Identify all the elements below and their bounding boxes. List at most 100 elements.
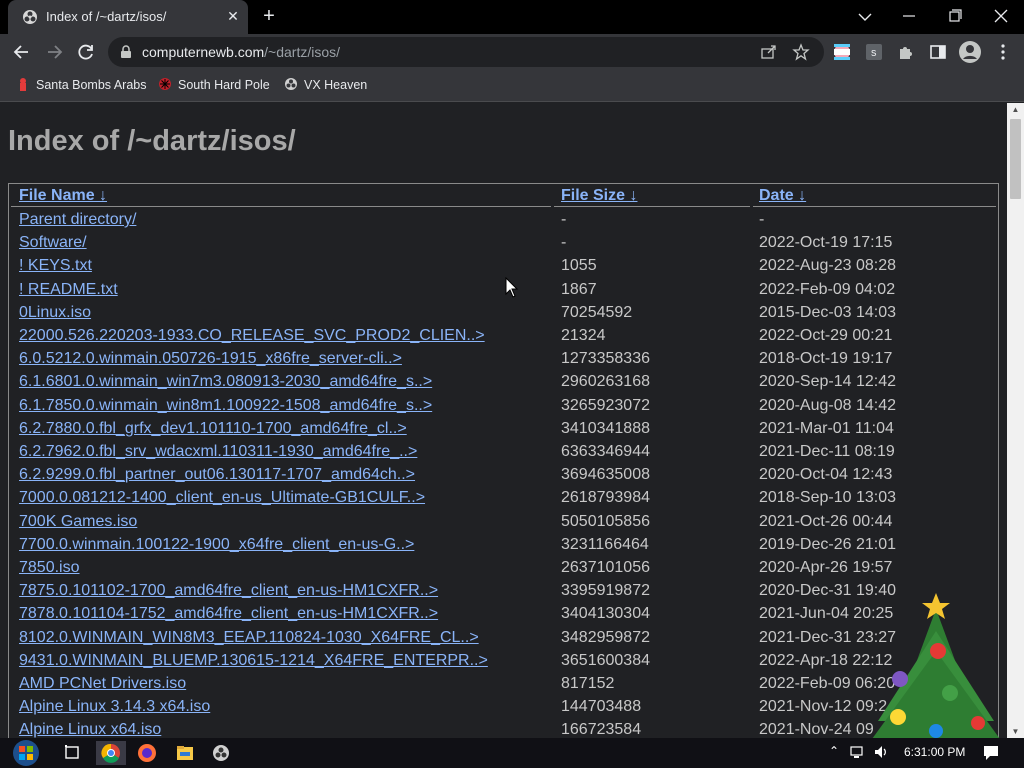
file-name-link[interactable]: 700K Games.iso — [19, 513, 137, 531]
file-size: 817152 — [561, 675, 615, 692]
forward-arrow-icon[interactable] — [41, 40, 67, 64]
file-name-link[interactable]: 6.1.6801.0.winmain_win7m3.080913-2030_am… — [19, 373, 432, 391]
network-icon[interactable] — [849, 744, 867, 760]
file-date: 2021-Oct-26 00:44 — [759, 512, 893, 530]
table-row: 9431.0.WINMAIN_BLUEMP.130615-1214_X64FRE… — [9, 650, 998, 673]
file-name-link[interactable]: 6.1.7850.0.winmain_win8m1.100922-1508_am… — [19, 397, 432, 415]
file-name-link[interactable]: 7700.0.winmain.100122-1900_x64fre_client… — [19, 536, 414, 554]
file-name-link[interactable]: ! KEYS.txt — [19, 257, 92, 275]
file-date: 2021-Mar-01 11:04 — [759, 419, 894, 437]
scroll-up-arrow-icon[interactable]: ▲ — [1007, 103, 1024, 117]
table-row: ! KEYS.txt 1055 2022-Aug-23 08:28 — [9, 255, 998, 278]
page-title: Index of /~dartz/isos/ — [8, 125, 296, 157]
column-header-date[interactable]: Date ↓ — [759, 187, 806, 205]
file-date: 2020-Apr-26 19:57 — [759, 559, 893, 576]
file-size: 21324 — [561, 327, 606, 344]
app-icon[interactable] — [206, 741, 236, 765]
notifications-icon[interactable] — [982, 744, 1000, 762]
file-explorer-icon[interactable] — [170, 741, 200, 765]
file-name-link[interactable]: ! README.txt — [19, 281, 118, 299]
file-date: 2019-Dec-26 21:01 — [759, 535, 896, 553]
tab-strip: Index of /~dartz/isos/ ✕ + — [0, 0, 1024, 34]
extensions-puzzle-icon[interactable] — [897, 43, 915, 61]
new-tab-button[interactable]: + — [258, 6, 280, 28]
tab-search-chevron-icon[interactable] — [842, 0, 888, 34]
file-name-link[interactable]: 0Linux.iso — [19, 304, 91, 322]
task-view-icon[interactable] — [58, 741, 88, 765]
table-row: 7850.iso 2637101056 2020-Apr-26 19:57 — [9, 557, 998, 580]
extension-flag-icon[interactable] — [833, 43, 851, 61]
table-row: 6.1.7850.0.winmain_win8m1.100922-1508_am… — [9, 395, 998, 418]
tab-close-icon[interactable]: ✕ — [224, 7, 242, 25]
minimize-icon[interactable] — [886, 0, 932, 34]
file-name-link[interactable]: Parent directory/ — [19, 211, 136, 229]
file-date: 2021-Dec-11 08:19 — [759, 443, 895, 460]
file-size: 6363346944 — [561, 443, 650, 460]
table-row: 7700.0.winmain.100122-1900_x64fre_client… — [9, 534, 998, 557]
menu-kebab-icon[interactable] — [994, 43, 1012, 61]
file-size: 2618793984 — [561, 489, 650, 507]
file-name-link[interactable]: 6.2.7962.0.fbl_srv_wdacxml.110311-1930_a… — [19, 443, 417, 461]
file-size: 3651600384 — [561, 651, 650, 669]
file-date: 2020-Aug-08 14:42 — [759, 396, 896, 414]
file-listing-table: File Name ↓ File Size ↓ Date ↓ Parent di… — [8, 183, 999, 739]
close-window-icon[interactable] — [978, 0, 1024, 34]
profile-avatar-icon[interactable] — [958, 40, 982, 64]
file-size: 2960263168 — [561, 373, 650, 391]
file-date: 2015-Dec-03 14:03 — [759, 303, 896, 321]
volume-icon[interactable] — [873, 744, 891, 760]
address-bar[interactable]: computernewb.com/~dartz/isos/ — [108, 37, 824, 67]
file-name-link[interactable]: 7000.0.081212-1400_client_en-us_Ultimate… — [19, 489, 425, 507]
file-size: 70254592 — [561, 303, 633, 321]
bookmark-favicon-red-icon — [20, 78, 26, 91]
file-name-link[interactable]: 9431.0.WINMAIN_BLUEMP.130615-1214_X64FRE… — [19, 652, 488, 670]
extension-s-icon[interactable]: s — [865, 43, 883, 61]
file-name-link[interactable]: 7878.0.101104-1752_amd64fre_client_en-us… — [19, 605, 438, 623]
header-divider — [753, 206, 996, 207]
chrome-icon[interactable] — [96, 741, 126, 765]
firefox-icon[interactable] — [132, 741, 162, 765]
file-date: 2022-Oct-19 17:15 — [759, 234, 893, 252]
column-header-file-name[interactable]: File Name ↓ — [19, 187, 107, 205]
page-scrollbar[interactable]: ▲ ▼ — [1007, 103, 1024, 739]
back-arrow-icon[interactable] — [9, 40, 35, 64]
file-size: 144703488 — [561, 698, 642, 716]
lock-icon[interactable] — [120, 45, 132, 59]
table-row: 6.2.7962.0.fbl_srv_wdacxml.110311-1930_a… — [9, 441, 998, 464]
start-button-icon[interactable] — [8, 738, 44, 768]
file-name-link[interactable]: 7850.iso — [19, 559, 80, 577]
file-name-link[interactable]: 6.2.9299.0.fbl_partner_out06.130117-1707… — [19, 466, 415, 484]
file-name-link[interactable]: 8102.0.WINMAIN_WIN8M3_EEAP.110824-1030_X… — [19, 629, 479, 647]
table-row: Software/ - 2022-Oct-19 17:15 — [9, 232, 998, 255]
taskbar-clock[interactable]: 6:31:00 PM — [904, 745, 965, 759]
share-icon[interactable] — [760, 43, 778, 61]
file-name-link[interactable]: 7875.0.101102-1700_amd64fre_client_en-us… — [19, 582, 438, 600]
table-row: 6.2.7880.0.fbl_grfx_dev1.101110-1700_amd… — [9, 418, 998, 441]
column-header-file-size[interactable]: File Size ↓ — [561, 187, 637, 205]
file-name-link[interactable]: 6.0.5212.0.winmain.050726-1915_x86fre_se… — [19, 350, 402, 368]
file-name-link[interactable]: 6.2.7880.0.fbl_grfx_dev1.101110-1700_amd… — [19, 420, 407, 438]
file-date: 2018-Sep-10 13:03 — [759, 489, 896, 507]
bookmark-vx-heaven[interactable]: VX Heaven — [284, 77, 367, 95]
file-name-link[interactable]: Software/ — [19, 234, 87, 252]
windows-taskbar: ⌃ 6:31:00 PM — [0, 738, 1024, 768]
file-name-link[interactable]: Alpine Linux 3.14.3 x64.iso — [19, 698, 210, 716]
bookmark-star-icon[interactable] — [792, 43, 810, 61]
file-date: 2018-Oct-19 19:17 — [759, 350, 893, 368]
file-name-link[interactable]: AMD PCNet Drivers.iso — [19, 675, 186, 693]
file-name-link[interactable]: Alpine Linux x64.iso — [19, 721, 161, 739]
reload-icon[interactable] — [73, 40, 99, 64]
bookmark-santa-bombs-arabs[interactable]: Santa Bombs Arabs — [16, 77, 146, 95]
browser-toolbar: computernewb.com/~dartz/isos/ s — [0, 34, 1024, 70]
file-name-link[interactable]: 22000.526.220203-1933.CO_RELEASE_SVC_PRO… — [19, 327, 485, 345]
browser-tab[interactable]: Index of /~dartz/isos/ ✕ — [8, 0, 248, 34]
restore-icon[interactable] — [932, 0, 978, 34]
file-date: 2020-Sep-14 12:42 — [759, 373, 896, 391]
scrollbar-thumb[interactable] — [1010, 119, 1021, 199]
tray-overflow-chevron-icon[interactable]: ⌃ — [829, 744, 839, 758]
file-date: 2022-Feb-09 04:02 — [759, 280, 896, 298]
side-panel-icon[interactable] — [929, 43, 947, 61]
url-text[interactable]: computernewb.com/~dartz/isos/ — [142, 44, 340, 60]
bookmark-south-hard-pole[interactable]: South Hard Pole — [158, 77, 270, 95]
scroll-down-arrow-icon[interactable]: ▼ — [1007, 725, 1024, 739]
